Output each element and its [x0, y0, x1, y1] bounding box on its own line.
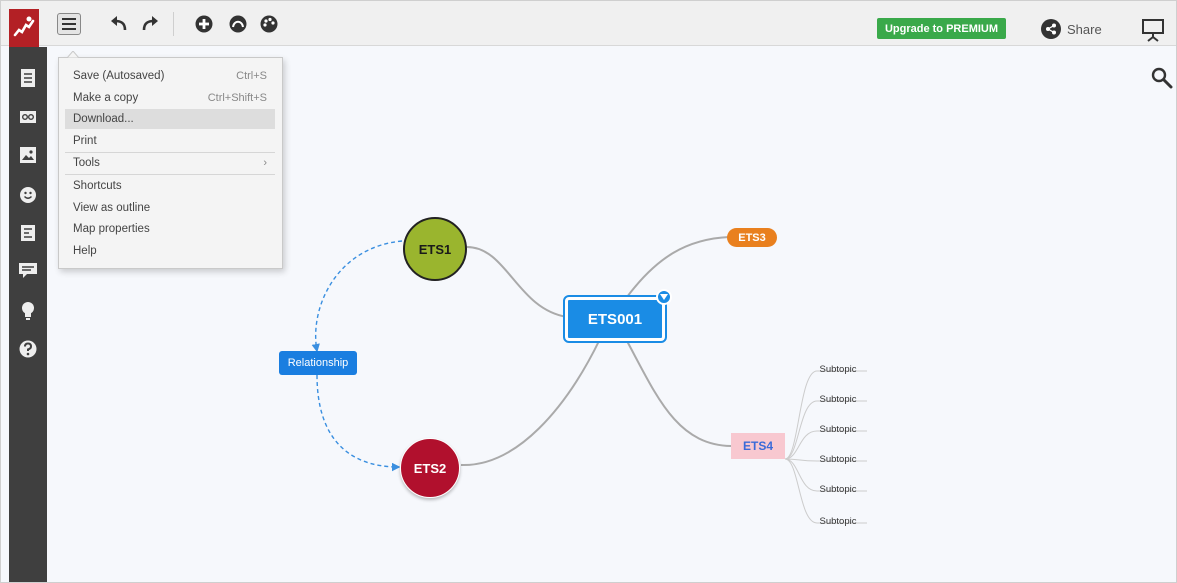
- share-button[interactable]: Share: [1041, 18, 1102, 40]
- left-sidebar: [9, 47, 47, 582]
- menu-item-help[interactable]: Help: [65, 241, 275, 261]
- menu-icon: [62, 18, 76, 30]
- menu-item-make-copy[interactable]: Make a copy Ctrl+Shift+S: [65, 88, 275, 108]
- link-ets1: [466, 246, 568, 318]
- subtopic-item[interactable]: Subtopic: [809, 484, 867, 495]
- menu-item-view-outline[interactable]: View as outline: [65, 198, 275, 218]
- palette-icon: [260, 15, 278, 33]
- undo-button[interactable]: [107, 13, 131, 35]
- subtopic-item[interactable]: Subtopic: [809, 454, 867, 465]
- share-icon: [1041, 19, 1061, 39]
- undo-icon: [111, 16, 127, 31]
- emoji-icon[interactable]: [18, 185, 38, 205]
- menu-item-print[interactable]: Print: [65, 131, 275, 151]
- comment-icon[interactable]: [18, 261, 38, 281]
- link-ets2: [460, 338, 601, 467]
- link-ets3: [626, 236, 730, 298]
- link-ets4: [626, 340, 732, 447]
- image-icon[interactable]: [18, 145, 38, 165]
- notes-icon[interactable]: [18, 223, 38, 243]
- top-toolbar: Upgrade to PREMIUM Share: [1, 1, 1176, 48]
- search-icon[interactable]: [1151, 67, 1173, 89]
- relationship-label[interactable]: Relationship: [279, 351, 357, 375]
- relationship-arc-top: [311, 240, 403, 353]
- menu-item-tools[interactable]: Tools ›: [65, 153, 275, 173]
- add-topic-icon: [195, 15, 213, 33]
- menu-item-download[interactable]: Download...: [65, 109, 275, 129]
- add-topic-button[interactable]: [192, 13, 216, 35]
- subtopic-item[interactable]: Subtopic: [809, 424, 867, 435]
- redo-button[interactable]: [138, 13, 162, 35]
- menu-pointer: [67, 51, 79, 58]
- central-topic[interactable]: ETS001: [563, 295, 667, 343]
- topic-ets1[interactable]: ETS1: [403, 217, 467, 281]
- topic-ets3[interactable]: ETS3: [727, 228, 777, 247]
- redo-icon: [142, 16, 158, 31]
- relationship-icon: [229, 15, 247, 33]
- idea-icon[interactable]: [18, 301, 38, 321]
- menu-item-map-properties[interactable]: Map properties: [65, 219, 275, 239]
- style-button[interactable]: [257, 13, 281, 35]
- app-logo[interactable]: [9, 9, 39, 48]
- relationship-button[interactable]: [226, 13, 250, 35]
- menu-item-save[interactable]: Save (Autosaved) Ctrl+S: [65, 66, 275, 86]
- menu-separator: [65, 174, 275, 175]
- help-icon[interactable]: [18, 339, 38, 359]
- relationship-arc-bottom: [316, 374, 401, 472]
- logo-icon: [13, 16, 35, 37]
- expand-chevron-icon[interactable]: [656, 289, 672, 305]
- menu-item-shortcuts[interactable]: Shortcuts: [65, 176, 275, 196]
- topic-ets4[interactable]: ETS4: [731, 433, 785, 459]
- toolbar-separator: [173, 12, 174, 36]
- subtopic-item[interactable]: Subtopic: [809, 364, 867, 375]
- subtopic-item[interactable]: Subtopic: [809, 394, 867, 405]
- topic-ets2[interactable]: ETS2: [400, 438, 460, 498]
- subtopic-item[interactable]: Subtopic: [809, 516, 867, 527]
- main-menu-dropdown: Save (Autosaved) Ctrl+S Make a copy Ctrl+S…: [58, 51, 283, 269]
- app-window: Upgrade to PREMIUM Share ETS1 ETS2 ETS3 …: [0, 0, 1177, 583]
- link-icon[interactable]: [18, 107, 38, 127]
- presentation-icon[interactable]: [1141, 18, 1165, 42]
- upgrade-premium-button[interactable]: Upgrade to PREMIUM: [877, 18, 1006, 39]
- main-menu-button[interactable]: [57, 13, 81, 35]
- share-label: Share: [1067, 21, 1102, 37]
- document-icon[interactable]: [18, 68, 38, 88]
